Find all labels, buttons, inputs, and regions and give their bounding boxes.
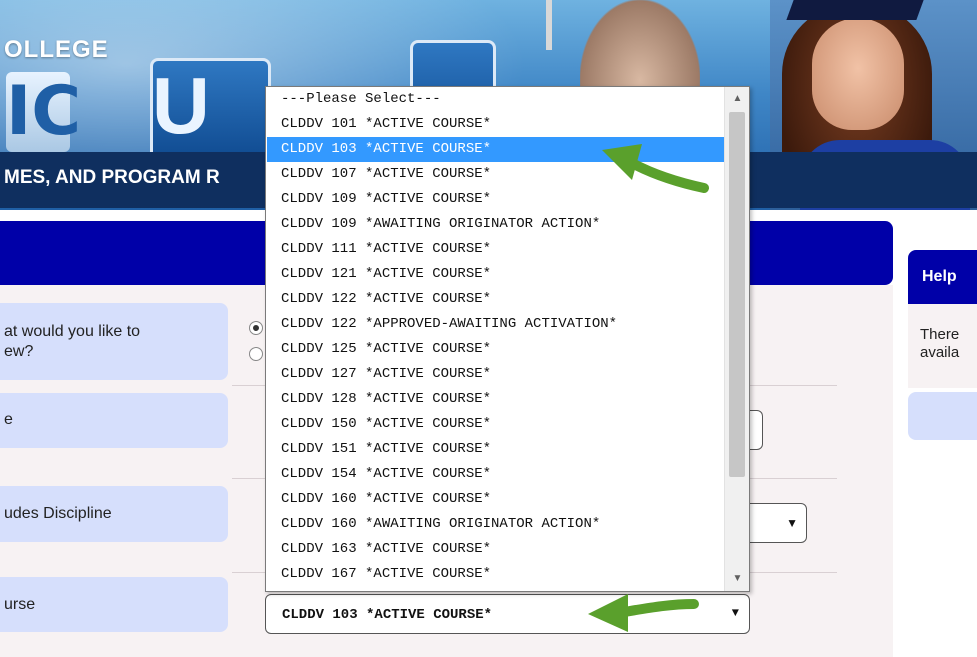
help-footer xyxy=(908,392,977,440)
dropdown-option[interactable]: CLDDV 101 *ACTIVE COURSE* xyxy=(267,112,724,137)
logo-ic: IC xyxy=(6,72,82,152)
help-body: There availa xyxy=(908,304,977,388)
dropdown-option[interactable]: CLDDV 121 *ACTIVE COURSE* xyxy=(267,262,724,287)
dropdown-option[interactable]: CLDDV 122 *ACTIVE COURSE* xyxy=(267,287,724,312)
dropdown-option[interactable]: CLDDV 154 *ACTIVE COURSE* xyxy=(267,462,724,487)
label-what-to-view: at would you like to ew? xyxy=(0,303,228,380)
dropdown-option[interactable]: CLDDV 122 *APPROVED-AWAITING ACTIVATION* xyxy=(267,312,724,337)
annotation-arrow-icon xyxy=(588,594,699,632)
scrollbar-thumb[interactable] xyxy=(729,112,745,477)
scroll-up-icon[interactable]: ▲ xyxy=(725,89,749,109)
course-select-value: CLDDV 103 *ACTIVE COURSE* xyxy=(282,607,493,623)
grad-cap-icon xyxy=(786,0,924,20)
tassel xyxy=(546,0,552,50)
chevron-down-icon: ▼ xyxy=(786,516,798,530)
dropdown-placeholder-option[interactable]: ---Please Select--- xyxy=(267,87,724,112)
label-includes-discipline: udes Discipline xyxy=(0,486,228,542)
chevron-down-icon: ▼ xyxy=(731,606,739,620)
label-course: urse xyxy=(0,577,228,632)
annotation-arrow-icon xyxy=(602,144,709,193)
dropdown-option[interactable]: CLDDV 151 *ACTIVE COURSE* xyxy=(267,437,724,462)
dropdown-scrollbar[interactable]: ▲ ▼ xyxy=(724,87,749,591)
dropdown-option[interactable]: CLDDV 127 *ACTIVE COURSE* xyxy=(267,362,724,387)
logo-letter: U xyxy=(152,61,210,150)
dropdown-option[interactable]: CLDDV 150 *ACTIVE COURSE* xyxy=(267,412,724,437)
dropdown-option[interactable]: CLDDV 160 *AWAITING ORIGINATOR ACTION* xyxy=(267,512,724,537)
dropdown-option[interactable]: CLDDV 163 *ACTIVE COURSE* xyxy=(267,537,724,562)
dropdown-option[interactable]: CLDDV 128 *ACTIVE COURSE* xyxy=(267,387,724,412)
tagline: MES, AND PROGRAM R xyxy=(4,167,220,188)
college-label: OLLEGE xyxy=(4,36,109,63)
help-header: Help xyxy=(908,250,977,304)
dropdown-option[interactable]: CLDDV 160 *ACTIVE COURSE* xyxy=(267,487,724,512)
scroll-down-icon[interactable]: ▼ xyxy=(725,569,749,589)
radio-option-2[interactable] xyxy=(249,347,263,361)
dropdown-option[interactable]: CLDDV 109 *AWAITING ORIGINATOR ACTION* xyxy=(267,212,724,237)
dropdown-option[interactable]: CLDDV 111 *ACTIVE COURSE* xyxy=(267,237,724,262)
radio-option-1[interactable] xyxy=(249,321,263,335)
dropdown-option[interactable]: CLDDV 125 *ACTIVE COURSE* xyxy=(267,337,724,362)
label-type: e xyxy=(0,393,228,448)
